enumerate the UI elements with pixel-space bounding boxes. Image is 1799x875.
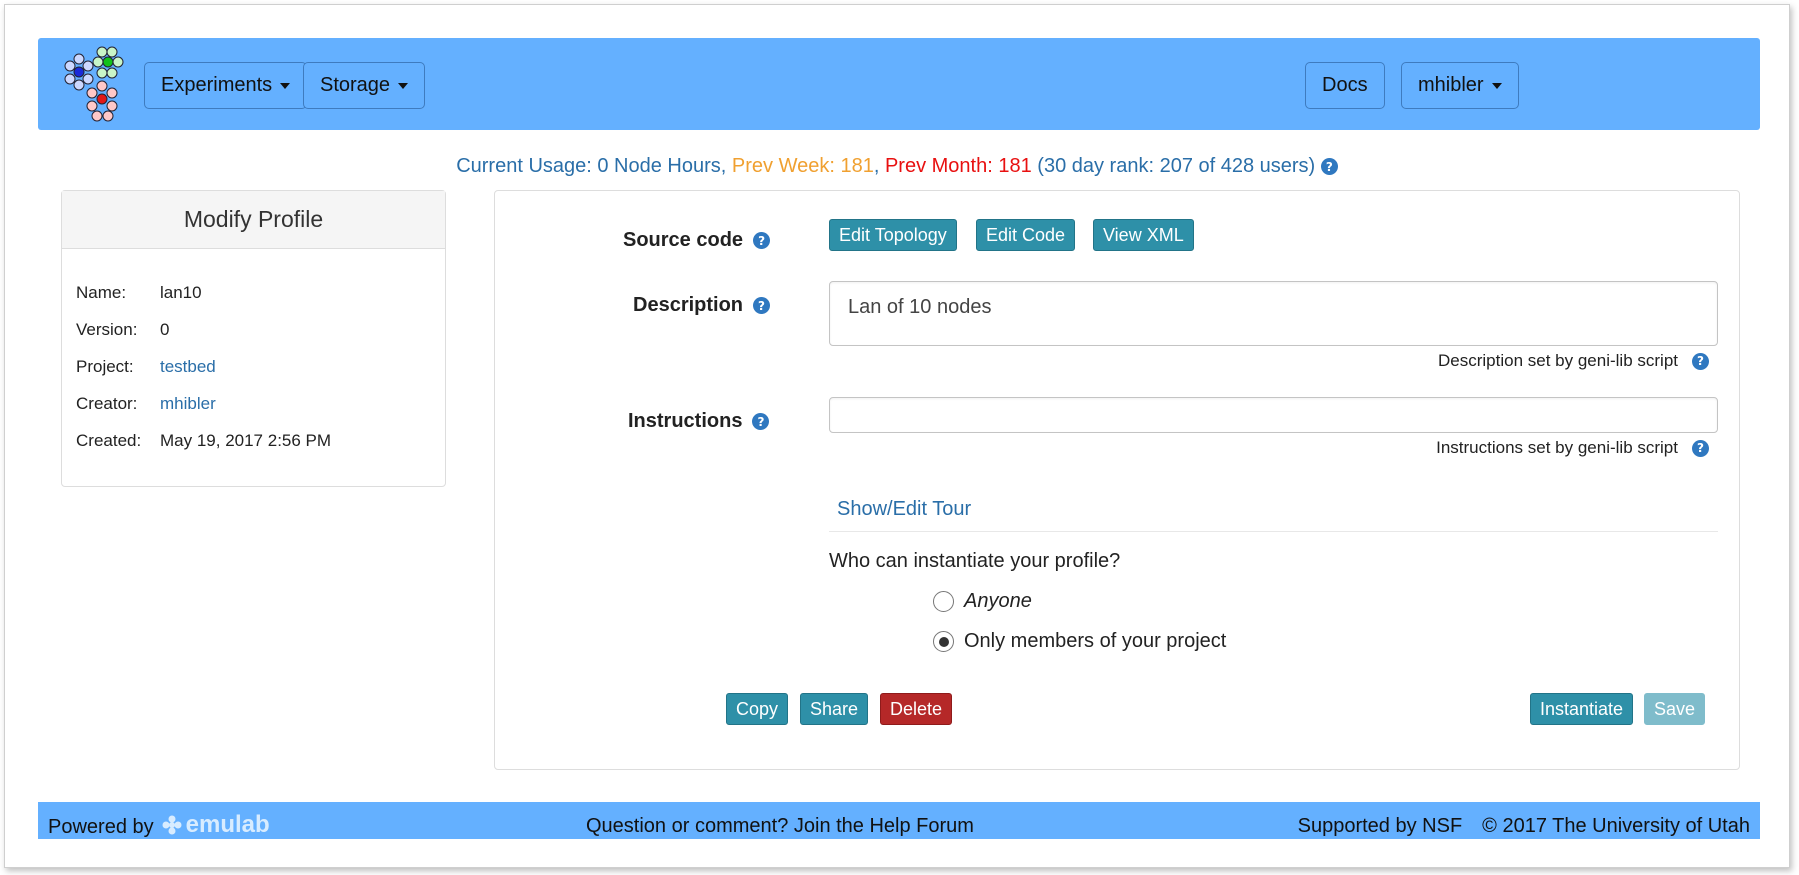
help-icon[interactable]: ? (1692, 352, 1709, 370)
description-hint: Description set by geni-lib script ? (1438, 351, 1709, 371)
radio-icon[interactable] (933, 591, 954, 612)
option-anyone[interactable]: Anyone (933, 590, 1032, 613)
profile-created-row: Created: May 19, 2017 2:56 PM (76, 431, 331, 451)
source-code-label-text: Source code (623, 229, 744, 251)
share-button[interactable]: Share (800, 693, 869, 725)
powered-by-text: Powered by (48, 815, 154, 838)
created-value: May 19, 2017 2:56 PM (160, 431, 332, 450)
footer-right: Supported by NSF © 2017 The University o… (1298, 815, 1750, 838)
footer: Powered by emulab Question or comment? J… (38, 802, 1760, 839)
show-edit-tour-link[interactable]: Show/Edit Tour (837, 498, 971, 521)
supported-by-nsf[interactable]: Supported by NSF (1298, 815, 1463, 838)
description-hint-text: Description set by geni-lib script (1438, 351, 1678, 370)
profile-version-row: Version: 0 (76, 320, 169, 340)
copy-button[interactable]: Copy (726, 693, 789, 725)
powered-by: Powered by emulab (48, 811, 270, 839)
instantiate-button[interactable]: Instantiate (1530, 693, 1634, 725)
emulab-flower-icon (162, 815, 182, 835)
current-usage: Current Usage: 0 Node Hours (456, 155, 721, 177)
experiments-menu[interactable]: Experiments (144, 62, 308, 109)
instructions-hint-text: Instructions set by geni-lib script (1436, 438, 1678, 457)
caret-down-icon (1491, 82, 1502, 89)
project-link[interactable]: testbed (160, 357, 216, 377)
user-menu[interactable]: mhibler (1401, 62, 1519, 109)
experiments-label: Experiments (161, 74, 273, 96)
description-label-text: Description (633, 294, 744, 316)
storage-menu[interactable]: Storage (303, 62, 426, 109)
creator-key: Creator: (76, 394, 138, 413)
instructions-label-text: Instructions (628, 410, 743, 432)
name-value: lan10 (160, 283, 202, 302)
name-key: Name: (76, 283, 127, 302)
emulab-logo[interactable]: emulab (162, 811, 270, 839)
radio-icon[interactable] (933, 631, 954, 652)
version-value: 0 (160, 320, 170, 339)
caret-down-icon (398, 82, 409, 89)
emulab-logo-icon[interactable] (60, 46, 140, 124)
help-icon[interactable]: ? (1692, 439, 1709, 457)
help-icon[interactable]: ? (752, 413, 770, 430)
docs-button[interactable]: Docs (1305, 62, 1385, 109)
description-field[interactable]: Lan of 10 nodes (829, 281, 1718, 346)
option-project-members[interactable]: Only members of your project (933, 630, 1226, 653)
option-anyone-label: Anyone (964, 590, 1032, 612)
edit-code-button[interactable]: Edit Code (976, 219, 1076, 251)
user-label: mhibler (1418, 74, 1484, 96)
creator-link[interactable]: mhibler (160, 394, 216, 414)
profile-card-title: Modify Profile (62, 191, 445, 249)
navbar: Experiments Storage Docs mhibler (38, 38, 1760, 130)
help-icon[interactable]: ? (753, 232, 771, 249)
option-project-label: Only members of your project (964, 630, 1227, 652)
profile-name-row: Name: lan10 (76, 283, 202, 303)
help-icon[interactable]: ? (753, 297, 771, 314)
profile-info-card: Modify Profile Name: lan10 Version: 0 Pr… (61, 190, 446, 487)
instructions-label: Instructions ? (628, 410, 770, 433)
divider (829, 531, 1718, 532)
version-key: Version: (76, 320, 138, 339)
project-key: Project: (76, 357, 134, 376)
profile-project-row: Project: testbed (76, 357, 216, 377)
profile-form-panel: Source code ? Edit Topology Edit Code Vi… (494, 190, 1740, 770)
created-key: Created: (76, 431, 142, 450)
profile-creator-row: Creator: mhibler (76, 394, 216, 414)
description-label: Description ? (633, 294, 771, 317)
save-button: Save (1644, 693, 1706, 725)
docs-label: Docs (1322, 74, 1368, 96)
instantiate-question: Who can instantiate your profile? (829, 550, 1121, 572)
emulab-wordmark: emulab (185, 811, 270, 838)
edit-topology-button[interactable]: Edit Topology (829, 219, 957, 251)
instructions-hint: Instructions set by geni-lib script ? (1436, 438, 1709, 458)
browser-window: Experiments Storage Docs mhibler Current… (4, 4, 1790, 868)
source-code-label: Source code ? (623, 229, 771, 252)
storage-label: Storage (320, 74, 391, 96)
usage-summary: Current Usage: 0 Node Hours, Prev Week: … (5, 155, 1789, 178)
instructions-field[interactable] (829, 397, 1718, 433)
usage-rank: (30 day rank: 207 of 428 users) (1037, 155, 1316, 177)
prev-month-usage: Prev Month: 181 (884, 155, 1032, 177)
help-forum-link[interactable]: Question or comment? Join the Help Forum (586, 815, 974, 838)
caret-down-icon (280, 82, 291, 89)
prev-week-usage: Prev Week: 181 (731, 155, 874, 177)
help-icon[interactable]: ? (1320, 158, 1338, 176)
delete-button[interactable]: Delete (880, 693, 953, 725)
copyright: © 2017 The University of Utah (1482, 815, 1750, 837)
view-xml-button[interactable]: View XML (1093, 219, 1194, 251)
